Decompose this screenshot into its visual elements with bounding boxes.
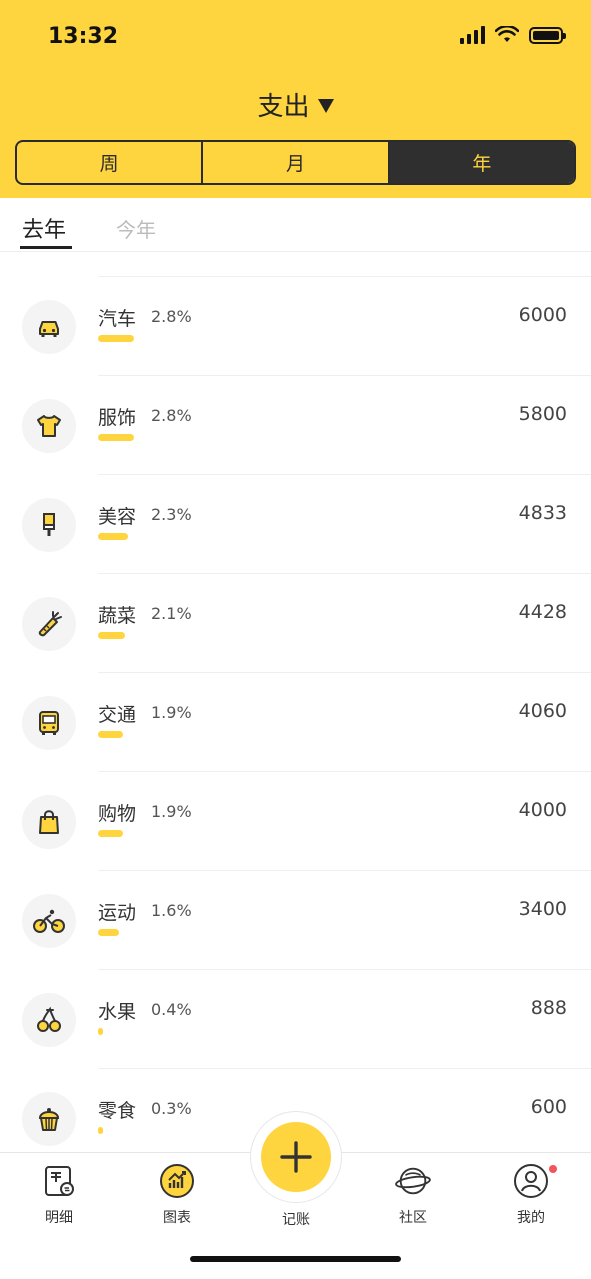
divider (98, 969, 591, 970)
category-amount: 6000 (518, 304, 567, 326)
list-item[interactable]: 购物 1.9% 4000 (0, 771, 591, 870)
header: 13:32 支出 周 月 年 (0, 0, 591, 198)
category-amount: 5800 (518, 403, 567, 425)
category-name: 美容 (98, 506, 137, 528)
period-segmented-control: 周 月 年 (15, 140, 576, 185)
category-percent: 2.1% (151, 604, 192, 623)
tab-mine-label: 我的 (517, 1210, 545, 1226)
segment-year[interactable]: 年 (389, 142, 574, 183)
tab-community[interactable]: 社区 (373, 1163, 453, 1227)
ledger-icon (41, 1163, 77, 1199)
category-percent: 1.9% (151, 703, 192, 722)
tab-underline (20, 246, 72, 249)
makeup-brush-icon (22, 498, 76, 552)
list-item[interactable]: 交通 1.9% 4060 (0, 672, 591, 771)
category-percent: 1.6% (151, 901, 192, 920)
category-percent: 0.4% (151, 1000, 192, 1019)
category-amount: 888 (530, 997, 567, 1019)
category-bar (98, 533, 128, 540)
divider (98, 1068, 591, 1069)
wifi-icon (495, 26, 519, 42)
category-amount: 600 (530, 1096, 567, 1118)
list-item[interactable]: 服饰 2.8% 5800 (0, 375, 591, 474)
category-percent: 2.8% (151, 406, 192, 425)
category-name: 汽车 (98, 308, 137, 330)
status-time: 13:32 (48, 24, 119, 49)
category-amount: 4833 (518, 502, 567, 524)
add-record-label: 记账 (282, 1212, 310, 1228)
category-amount: 4428 (518, 601, 567, 623)
tab-detail[interactable]: 明细 (19, 1163, 99, 1227)
type-selector[interactable]: 支出 (0, 86, 591, 123)
list-item[interactable]: 蔬菜 2.1% 4428 (0, 573, 591, 672)
car-icon (22, 300, 76, 354)
list-item[interactable]: 美容 2.3% 4833 (0, 474, 591, 573)
category-bar (98, 632, 125, 639)
category-bar (98, 335, 134, 342)
category-bar (98, 929, 119, 936)
plus-icon (280, 1141, 312, 1173)
bicycle-icon (22, 894, 76, 948)
carrot-icon (22, 597, 76, 651)
notification-badge (547, 1163, 559, 1175)
status-icons (460, 26, 566, 44)
category-name: 蔬菜 (98, 605, 137, 627)
planet-icon (395, 1163, 431, 1199)
category-amount: 4060 (518, 700, 567, 722)
caret-down-icon (317, 98, 334, 113)
page-title: 支出 (257, 92, 310, 122)
category-bar (98, 1127, 103, 1134)
list-item[interactable]: 运动 1.6% 3400 (0, 870, 591, 969)
tab-this-year[interactable]: 今年 (116, 214, 156, 243)
divider (98, 771, 591, 772)
tab-last-year[interactable]: 去年 (22, 212, 66, 244)
profile-icon (513, 1163, 549, 1199)
battery-icon (529, 26, 566, 44)
category-percent: 2.8% (151, 307, 192, 326)
category-name: 购物 (98, 803, 137, 825)
tab-chart[interactable]: 图表 (137, 1163, 217, 1227)
category-bar (98, 1028, 103, 1035)
tab-chart-label: 图表 (163, 1210, 191, 1226)
segment-week[interactable]: 周 (17, 142, 204, 183)
chart-icon (159, 1163, 195, 1199)
category-percent: 2.3% (151, 505, 192, 524)
segment-month[interactable]: 月 (203, 142, 390, 183)
add-record-button[interactable] (261, 1122, 331, 1192)
category-bar (98, 830, 123, 837)
category-name: 水果 (98, 1001, 137, 1023)
category-name: 服饰 (98, 407, 137, 429)
tshirt-icon (22, 399, 76, 453)
shopping-bag-icon (22, 795, 76, 849)
category-list: 汽车 2.8% 6000 服饰 2.8% 5800 美容 2.3% 4833 蔬… (0, 252, 591, 1152)
bus-icon (22, 696, 76, 750)
divider (98, 474, 591, 475)
tab-community-label: 社区 (399, 1210, 427, 1226)
add-record-button-ring (250, 1111, 342, 1203)
cherry-icon (22, 993, 76, 1047)
category-name: 零食 (98, 1100, 137, 1122)
category-name: 运动 (98, 902, 137, 924)
home-indicator (190, 1256, 401, 1262)
category-bar (98, 434, 134, 441)
category-percent: 1.9% (151, 802, 192, 821)
divider (98, 573, 591, 574)
category-amount: 4000 (518, 799, 567, 821)
cellular-signal-icon (460, 26, 485, 44)
list-item[interactable]: 水果 0.4% 888 (0, 969, 591, 1068)
year-tabs: 去年 今年 (0, 198, 591, 252)
divider (98, 375, 591, 376)
cupcake-icon (22, 1092, 76, 1146)
tab-mine[interactable]: 我的 (491, 1163, 571, 1227)
category-amount: 3400 (518, 898, 567, 920)
list-item[interactable]: 汽车 2.8% 6000 (0, 276, 591, 375)
category-name: 交通 (98, 704, 137, 726)
category-percent: 0.3% (151, 1099, 192, 1118)
category-bar (98, 731, 123, 738)
divider (98, 276, 591, 277)
divider (98, 870, 591, 871)
divider (98, 672, 591, 673)
tab-detail-label: 明细 (45, 1210, 73, 1226)
